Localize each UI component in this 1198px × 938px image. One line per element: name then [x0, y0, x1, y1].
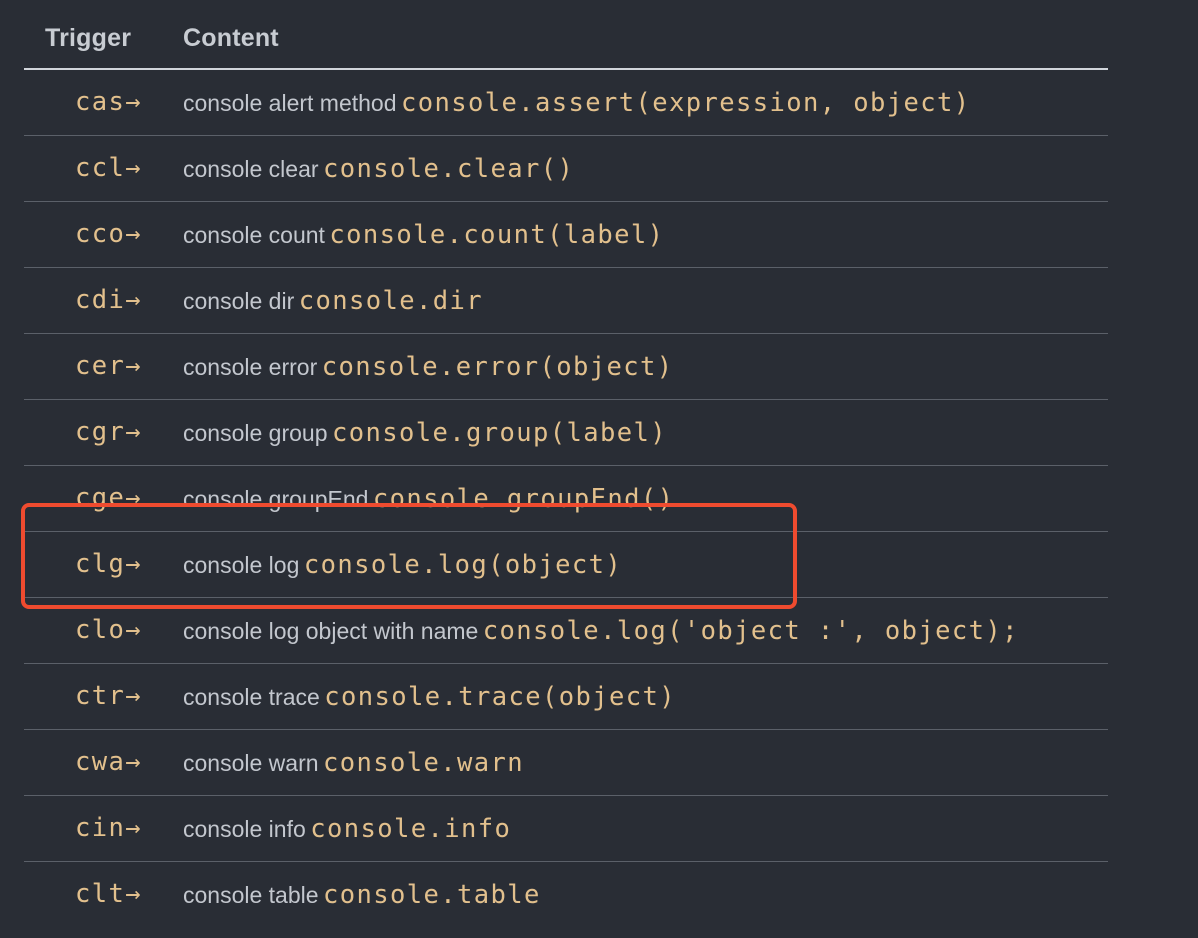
row-description: console dir: [183, 288, 295, 314]
table-row: clt→ console table console.table: [24, 862, 1108, 928]
row-trigger: clo→: [75, 615, 143, 645]
header-trigger: Trigger: [45, 24, 132, 52]
table-row: cwa→ console warn console.warn: [24, 730, 1108, 796]
row-code: console.groupEnd(): [372, 484, 675, 514]
table-row: cge→ console groupEnd console.groupEnd(): [24, 466, 1108, 532]
row-trigger: cge→: [75, 483, 143, 513]
row-code: console.dir: [298, 286, 483, 316]
row-content: console table console.table: [183, 879, 541, 915]
row-trigger: cwa→: [75, 747, 143, 777]
table-row: cas→ console alert method console.assert…: [24, 70, 1108, 136]
row-trigger: ccl→: [75, 153, 143, 183]
table-header: Trigger Content: [24, 0, 1108, 70]
row-description: console count: [183, 222, 325, 248]
row-description: console log object with name: [183, 618, 479, 644]
row-description: console log: [183, 552, 300, 578]
row-content: console dir console.dir: [183, 285, 483, 321]
table-row: ccl→ console clear console.clear(): [24, 136, 1108, 202]
row-trigger: cgr→: [75, 417, 143, 447]
row-trigger: cas→: [75, 87, 143, 117]
row-description: console group: [183, 420, 328, 446]
row-trigger: cdi→: [75, 285, 143, 315]
row-description: console groupEnd: [183, 486, 369, 512]
row-code: console.log('object :', object);: [482, 616, 1019, 646]
row-trigger: ctr→: [75, 681, 143, 711]
row-trigger: clt→: [75, 879, 143, 909]
row-description: console trace: [183, 684, 320, 710]
row-description: console clear: [183, 156, 319, 182]
row-code: console.warn: [322, 748, 525, 778]
row-content: console clear console.clear(): [183, 153, 574, 189]
row-trigger: clg→: [75, 549, 143, 579]
row-content: console groupEnd console.groupEnd(): [183, 483, 674, 519]
row-description: console table: [183, 882, 319, 908]
row-code: console.group(label): [331, 418, 667, 448]
row-content: console alert method console.assert(expr…: [183, 87, 971, 123]
table-row: cdi→ console dir console.dir: [24, 268, 1108, 334]
table-row: cer→ console error console.error(object): [24, 334, 1108, 400]
table-row-highlighted: clg→ console log console.log(object): [24, 532, 1108, 598]
row-content: console info console.info: [183, 813, 511, 849]
table-row: ctr→ console trace console.trace(object): [24, 664, 1108, 730]
table-row: cco→ console count console.count(label): [24, 202, 1108, 268]
row-content: console log console.log(object): [183, 549, 622, 585]
row-code: console.error(object): [321, 352, 674, 382]
row-code: console.info: [310, 814, 512, 844]
header-content: Content: [183, 24, 279, 52]
row-trigger: cer→: [75, 351, 143, 381]
row-description: console info: [183, 816, 306, 842]
row-content: console group console.group(label): [183, 417, 667, 453]
row-description: console warn: [183, 750, 319, 776]
table-row: cin→ console info console.info: [24, 796, 1108, 862]
row-code: console.count(label): [329, 220, 665, 250]
row-content: console error console.error(object): [183, 351, 674, 387]
row-content: console log object with name console.log…: [183, 615, 1019, 651]
row-description: console alert method: [183, 90, 397, 116]
row-code: console.clear(): [322, 154, 575, 184]
row-code: console.log(object): [303, 550, 623, 580]
row-code: console.table: [323, 880, 541, 910]
row-content: console count console.count(label): [183, 219, 664, 255]
table-row: cgr→ console group console.group(label): [24, 400, 1108, 466]
row-code: console.trace(object): [324, 682, 677, 712]
table-row: clo→ console log object with name consol…: [24, 598, 1108, 664]
row-trigger: cin→: [75, 813, 143, 843]
row-description: console error: [183, 354, 318, 380]
row-content: console warn console.warn: [183, 747, 524, 783]
row-trigger: cco→: [75, 219, 143, 249]
row-code: console.assert(expression, object): [400, 88, 971, 118]
snippets-table: Trigger Content cas→ console alert metho…: [24, 0, 1108, 928]
row-content: console trace console.trace(object): [183, 681, 676, 717]
